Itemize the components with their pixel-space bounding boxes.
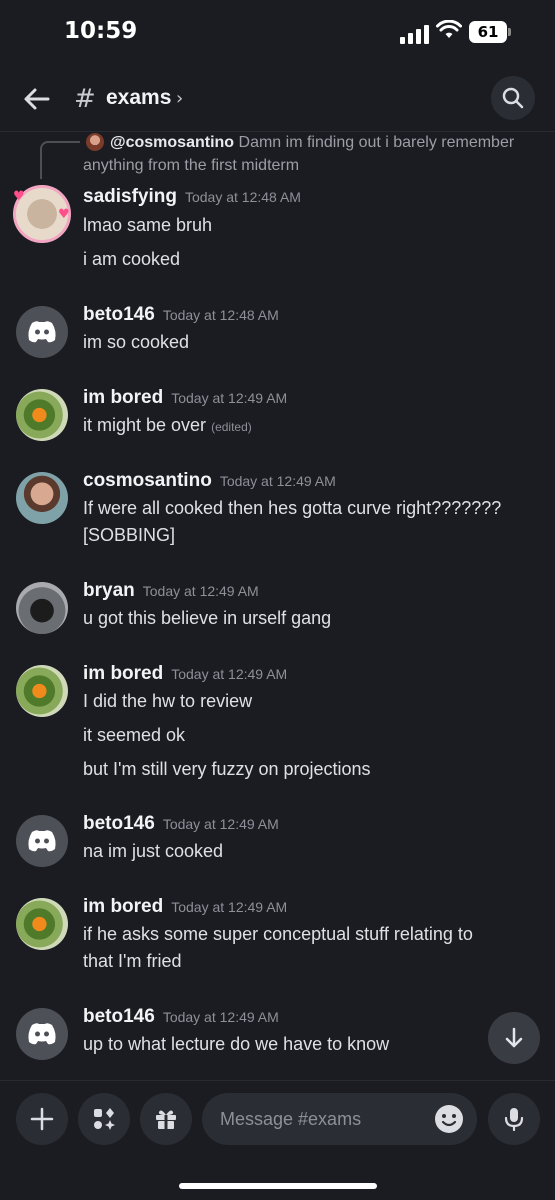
status-time: 10:59: [64, 18, 138, 44]
message-text: but I'm still very fuzzy on projections: [83, 759, 371, 779]
battery-level: 61: [469, 21, 507, 43]
jump-to-present-button[interactable]: [488, 1012, 540, 1064]
message-author[interactable]: im bored Today at 12:49 AM: [83, 896, 287, 918]
message-author[interactable]: sadisfying Today at 12:48 AM: [83, 186, 301, 208]
message-timestamp: Today at 12:49 AM: [171, 666, 288, 682]
gift-button[interactable]: [140, 1093, 192, 1145]
message-text: If were all cooked then hes gotta curve …: [83, 498, 502, 518]
avatar[interactable]: [16, 815, 68, 867]
message-author[interactable]: im bored Today at 12:49 AM: [83, 663, 287, 685]
gift-icon: [156, 1110, 176, 1129]
message-text: it might be over (edited): [83, 415, 252, 435]
emoji-button[interactable]: [434, 1104, 464, 1134]
avatar[interactable]: [16, 898, 68, 950]
message-text: I did the hw to review: [83, 691, 253, 711]
message-text: im so cooked: [83, 332, 190, 352]
discord-icon: [28, 830, 56, 852]
add-attachment-button[interactable]: [16, 1093, 68, 1145]
message-timestamp: Today at 12:49 AM: [171, 899, 288, 915]
message-text: lmao same bruh: [83, 215, 213, 235]
channel-header: # exams ›: [0, 66, 555, 132]
avatar[interactable]: [16, 582, 68, 634]
wifi-icon: [436, 20, 462, 38]
message-text: up to what lecture do we have to know: [83, 1034, 390, 1054]
apps-icon: [94, 1108, 115, 1130]
reply-author[interactable]: @cosmosantino: [83, 134, 234, 151]
avatar[interactable]: [16, 472, 68, 524]
cellular-signal-icon: [400, 25, 429, 44]
message-text: [SOBBING]: [83, 525, 176, 545]
message-text: that I'm fried: [83, 951, 182, 971]
message-text: it seemed ok: [83, 725, 186, 745]
avatar[interactable]: [16, 306, 68, 358]
voice-message-button[interactable]: [488, 1093, 540, 1145]
message-text: i am cooked: [83, 249, 181, 269]
message-author[interactable]: beto146 Today at 12:48 AM: [83, 304, 279, 326]
home-indicator[interactable]: [179, 1183, 377, 1189]
microphone-icon: [504, 1108, 524, 1131]
message-composer: [0, 1080, 555, 1200]
reply-connector: [40, 141, 80, 179]
message-timestamp: Today at 12:49 AM: [171, 390, 288, 406]
discord-icon: [28, 1023, 56, 1045]
message-text: if he asks some super conceptual stuff r…: [83, 924, 473, 944]
avatar[interactable]: [16, 389, 68, 441]
emoji-icon: [435, 1105, 463, 1133]
message-text: na im just cooked: [83, 841, 224, 861]
message-timestamp: Today at 12:49 AM: [162, 816, 279, 832]
search-button[interactable]: [491, 76, 535, 120]
avatar[interactable]: [16, 1008, 68, 1060]
message-list[interactable]: @cosmosantino Damn im finding out i bare…: [0, 133, 555, 1080]
battery-icon: 61: [469, 21, 511, 43]
message-timestamp: Today at 12:49 AM: [142, 583, 259, 599]
heart-decoration: ♥: [13, 189, 25, 204]
apps-button[interactable]: [78, 1093, 130, 1145]
heart-decoration: ♥: [58, 207, 70, 222]
channel-hash-icon: #: [74, 84, 96, 114]
message-author[interactable]: cosmosantino Today at 12:49 AM: [83, 470, 336, 492]
chevron-right-icon[interactable]: ›: [176, 88, 183, 109]
message-author[interactable]: im bored Today at 12:49 AM: [83, 387, 287, 409]
status-bar: 10:59 61: [0, 0, 555, 66]
message-timestamp: Today at 12:48 AM: [162, 307, 279, 323]
message-author[interactable]: bryan Today at 12:49 AM: [83, 580, 259, 602]
back-button[interactable]: [20, 82, 54, 116]
avatar[interactable]: [16, 665, 68, 717]
message-author[interactable]: beto146 Today at 12:49 AM: [83, 1006, 279, 1028]
message-timestamp: Today at 12:49 AM: [162, 1009, 279, 1025]
search-icon: [502, 87, 524, 109]
arrow-down-icon: [505, 1027, 523, 1048]
message-timestamp: Today at 12:48 AM: [184, 189, 301, 205]
message-author[interactable]: beto146 Today at 12:49 AM: [83, 813, 279, 835]
edited-label: (edited): [211, 420, 252, 434]
channel-title[interactable]: exams: [106, 86, 171, 110]
message-text: u got this believe in urself gang: [83, 608, 332, 628]
reply-content: @cosmosantino Damn im finding out i bare…: [83, 131, 523, 177]
discord-icon: [28, 321, 56, 343]
back-arrow-icon: [24, 88, 50, 110]
message-timestamp: Today at 12:49 AM: [219, 473, 336, 489]
plus-icon: [30, 1107, 54, 1131]
